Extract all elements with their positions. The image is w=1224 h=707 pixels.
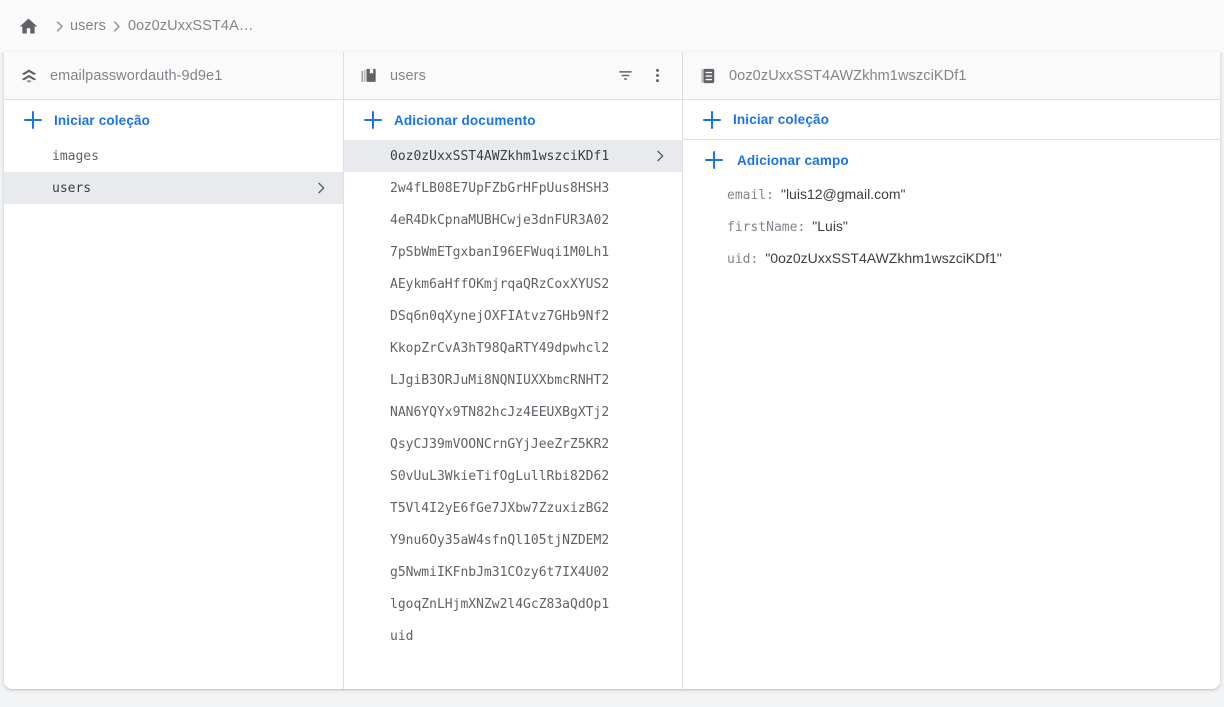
table-row[interactable]: 4eR4DkCpnaMUBHCwje3dnFUR3A02 [344,204,682,236]
collection-icon [358,65,380,87]
document-id-title: 0oz0zUxxSST4AWZkhm1wszciKDf1 [729,67,967,84]
list-item[interactable]: email: "luis12@gmail.com" [683,186,1220,218]
collection-name: images [52,148,99,164]
document-icon [697,65,719,87]
breadcrumb-item-document[interactable]: 0oz0zUxxSST4A… [128,18,254,34]
firestore-data-browser: users 0oz0zUxxSST4A… emailpasswordauth-9… [0,0,1224,707]
documents-column: users Adicionar documento 0oz0zUxxSST4AW… [344,52,683,689]
list-item[interactable]: firstName: "Luis" [683,218,1220,250]
collection-header: users [344,52,682,100]
document-id: NAN6YQYx9TN82hcJz4EEUXBgXTj2 [390,404,610,420]
add-field-label: Adicionar campo [737,152,849,168]
table-row[interactable]: S0vUuL3WkieTifOgLullRbi82D62 [344,460,682,492]
field-value: "0oz0zUxxSST4AWZkhm1wszciKDf1" [765,250,1002,266]
collections-column: emailpasswordauth-9d9e1 Iniciar coleção … [4,52,344,689]
document-detail-column: 0oz0zUxxSST4AWZkhm1wszciKDf1 Iniciar col… [683,52,1220,689]
project-header: emailpasswordauth-9d9e1 [4,52,343,100]
table-row[interactable]: 2w4fLB08E7UpFZbGrHFpUus8HSH3 [344,172,682,204]
list-item[interactable]: images [4,140,343,172]
document-list: 0oz0zUxxSST4AWZkhm1wszciKDf1 2w4fLB08E7U… [344,140,682,689]
document-id: AEykm6aHffOKmjrqaQRzCoxXYUS2 [390,276,610,292]
breadcrumb-separator-icon [106,15,128,37]
add-document-button[interactable]: Adicionar documento [344,100,682,140]
firestore-database-icon [18,65,40,87]
document-id: KkopZrCvA3hT98QaRTY49dpwhcl2 [390,340,610,356]
collection-name-title: users [390,67,426,84]
field-key: firstName: [727,220,806,235]
add-field-button[interactable]: Adicionar campo [683,140,1220,180]
list-item[interactable]: users [4,172,343,204]
table-row[interactable]: NAN6YQYx9TN82hcJz4EEUXBgXTj2 [344,396,682,428]
table-row[interactable]: 7pSbWmETgxbanI96EFWuqi1M0Lh1 [344,236,682,268]
table-row[interactable]: QsyCJ39mVOONCrnGYjJeeZrZ5KR2 [344,428,682,460]
table-row[interactable]: 0oz0zUxxSST4AWZkhm1wszciKDf1 [344,140,682,172]
filter-icon[interactable] [612,63,638,89]
breadcrumb-item-users[interactable]: users [70,18,106,34]
document-id: 7pSbWmETgxbanI96EFWuqi1M0Lh1 [390,244,610,260]
field-key: uid: [727,252,759,267]
table-row[interactable]: lgoqZnLHjmXNZw2l4GcZ83aQdOp1 [344,588,682,620]
field-list: email: "luis12@gmail.com" firstName: "Lu… [683,180,1220,282]
chevron-right-icon [652,148,668,164]
document-id: DSq6n0qXynejOXFIAtvz7GHb9Nf2 [390,308,610,324]
plus-icon [703,110,721,129]
document-id: T5Vl4I2yE6fGe7JXbw7ZzuxizBG2 [390,500,610,516]
plus-icon [364,111,382,129]
table-row[interactable]: T5Vl4I2yE6fGe7JXbw7ZzuxizBG2 [344,492,682,524]
collection-list: images users [4,140,343,689]
start-collection-button[interactable]: Iniciar coleção [4,100,343,140]
collection-header-actions [612,63,670,89]
more-vert-icon[interactable] [644,63,670,89]
start-collection-label: Iniciar coleção [54,112,151,128]
table-row[interactable]: KkopZrCvA3hT98QaRTY49dpwhcl2 [344,332,682,364]
list-item[interactable]: uid: "0oz0zUxxSST4AWZkhm1wszciKDf1" [683,250,1220,282]
document-id: QsyCJ39mVOONCrnGYjJeeZrZ5KR2 [390,436,610,452]
home-icon[interactable] [16,14,40,38]
document-id: 2w4fLB08E7UpFZbGrHFpUus8HSH3 [390,180,610,196]
collection-name: users [52,180,92,196]
plus-icon [705,151,723,169]
document-id: g5NwmiIKFnbJm31COzy6t7IX4U02 [390,564,610,580]
table-row[interactable]: g5NwmiIKFnbJm31COzy6t7IX4U02 [344,556,682,588]
breadcrumb-separator-icon [48,15,70,37]
project-name: emailpasswordauth-9d9e1 [50,67,223,84]
field-key: email: [727,188,774,203]
table-row[interactable]: LJgiB3ORJuMi8NQNIUXXbmcRNHT2 [344,364,682,396]
table-row[interactable]: DSq6n0qXynejOXFIAtvz7GHb9Nf2 [344,300,682,332]
field-value: "Luis" [812,218,848,234]
table-row[interactable]: Y9nu6Oy35aW4sfnQl105tjNZDEM2 [344,524,682,556]
data-panel: emailpasswordauth-9d9e1 Iniciar coleção … [4,52,1220,689]
document-id: Y9nu6Oy35aW4sfnQl105tjNZDEM2 [390,532,610,548]
table-row[interactable]: AEykm6aHffOKmjrqaQRzCoxXYUS2 [344,268,682,300]
breadcrumb: users 0oz0zUxxSST4A… [0,0,1224,52]
start-collection-label: Iniciar coleção [733,112,830,127]
document-id: uid [390,628,414,644]
start-collection-button[interactable]: Iniciar coleção [683,100,1220,140]
table-row[interactable]: uid [344,620,682,652]
document-id: LJgiB3ORJuMi8NQNIUXXbmcRNHT2 [390,372,610,388]
document-id: S0vUuL3WkieTifOgLullRbi82D62 [390,468,610,484]
document-id: lgoqZnLHjmXNZw2l4GcZ83aQdOp1 [390,596,610,612]
add-document-label: Adicionar documento [394,112,536,128]
document-id: 4eR4DkCpnaMUBHCwje3dnFUR3A02 [390,212,610,228]
plus-icon [24,111,42,129]
chevron-right-icon [313,180,329,196]
field-value: "luis12@gmail.com" [780,186,906,202]
document-header: 0oz0zUxxSST4AWZkhm1wszciKDf1 [683,52,1220,100]
document-id: 0oz0zUxxSST4AWZkhm1wszciKDf1 [390,148,610,164]
